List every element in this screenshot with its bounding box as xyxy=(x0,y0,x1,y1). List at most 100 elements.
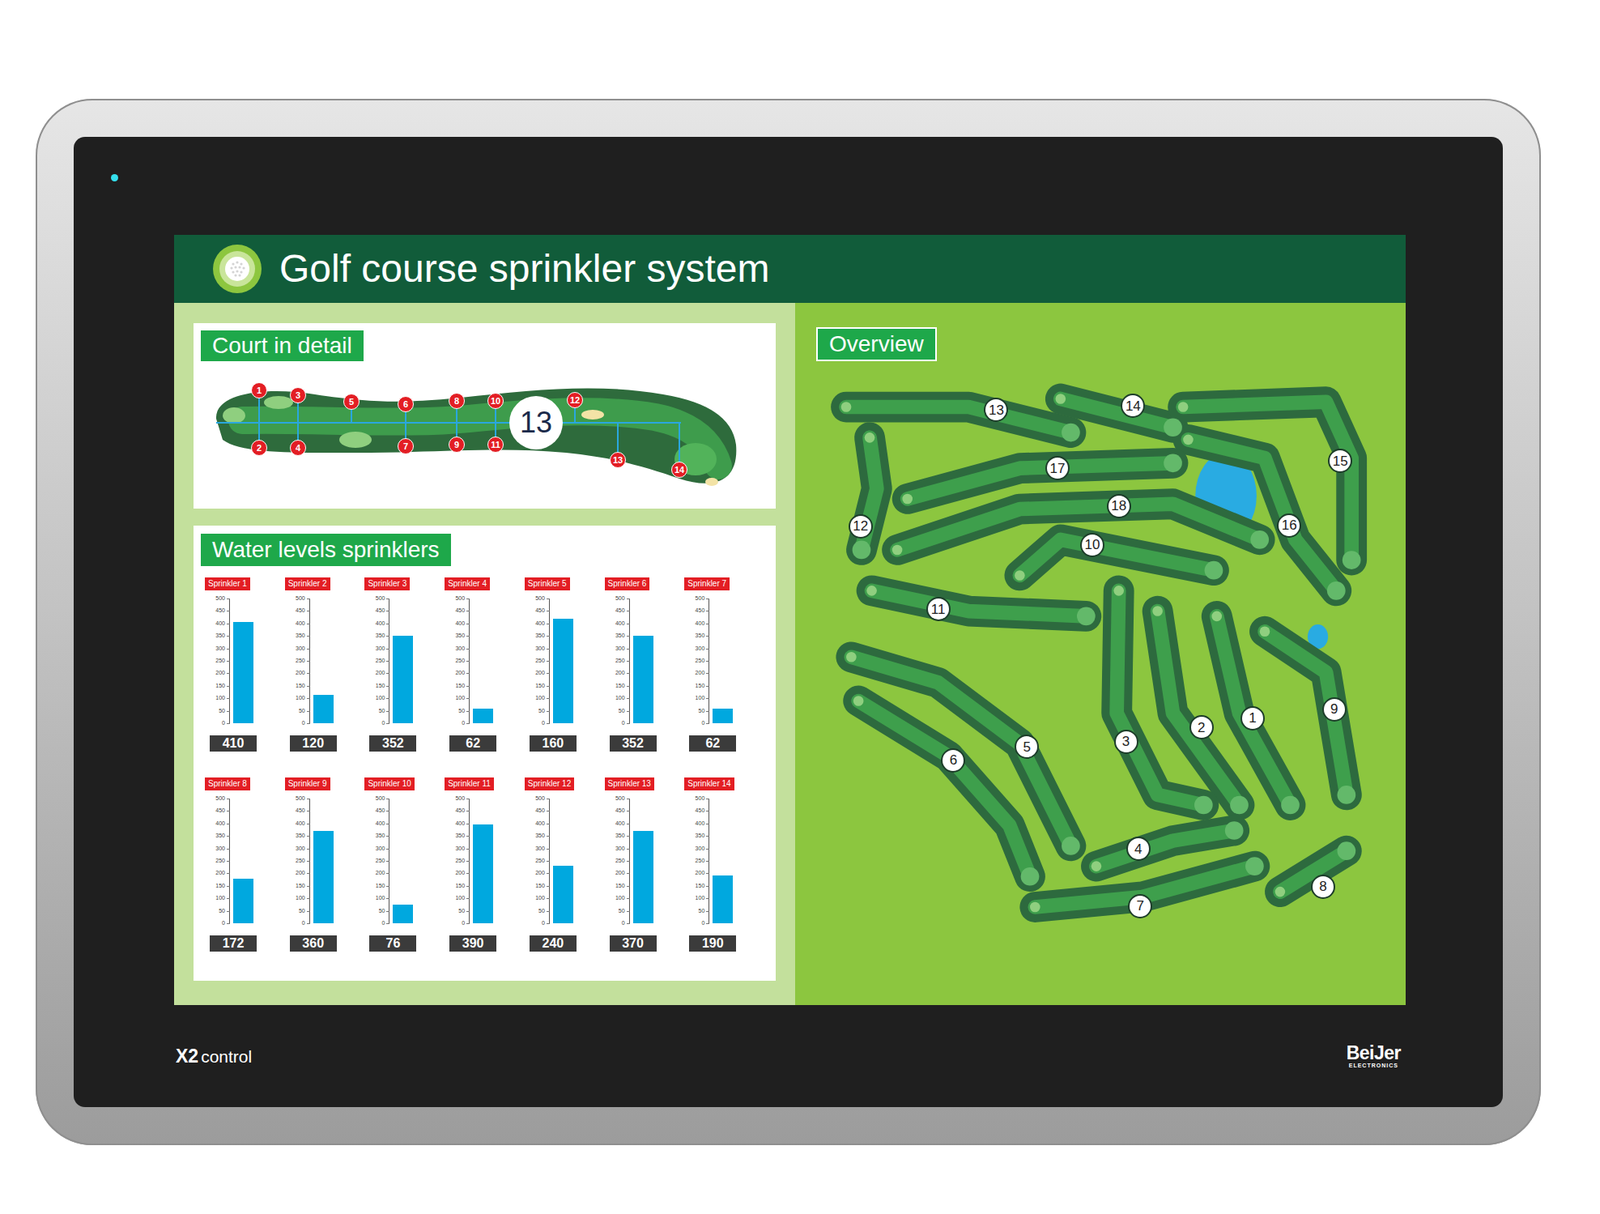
sprinkler-pin[interactable]: 1 xyxy=(251,382,268,399)
tick-label: 150 xyxy=(364,882,385,890)
sprinkler-pin[interactable]: 12 xyxy=(566,391,583,409)
hole-marker[interactable]: 4 xyxy=(1126,836,1151,861)
tick-mark xyxy=(546,810,550,812)
tick-label: 150 xyxy=(204,882,226,890)
sprinkler-pin[interactable]: 14 xyxy=(671,461,688,478)
sprinkler-pin[interactable]: 3 xyxy=(289,387,307,404)
tick-mark xyxy=(626,660,630,662)
level-reading: 410 xyxy=(209,735,257,752)
tee-box xyxy=(1211,611,1222,622)
sprinkler-pin[interactable]: 10 xyxy=(487,392,504,409)
tick-label: 500 xyxy=(684,795,705,802)
tick-mark xyxy=(466,697,470,699)
tick-mark xyxy=(226,897,230,899)
tick-label: 150 xyxy=(285,882,306,890)
tick-mark xyxy=(306,685,311,687)
tick-label: 400 xyxy=(684,620,705,627)
sprinkler-pin[interactable]: 4 xyxy=(289,439,307,456)
tick-mark xyxy=(306,885,311,887)
hole-marker[interactable]: 2 xyxy=(1189,714,1214,740)
tick-label: 450 xyxy=(604,607,626,614)
tee-box xyxy=(1259,625,1271,637)
sprinkler-pin[interactable]: 6 xyxy=(397,395,414,413)
sprinkler-label: Sprinkler 6 xyxy=(604,577,651,591)
tick-label: 250 xyxy=(524,657,545,664)
sprinkler-pin[interactable]: 5 xyxy=(343,393,360,410)
tick-label: 150 xyxy=(604,682,626,690)
tick-mark xyxy=(306,835,311,837)
level-bar xyxy=(392,904,413,924)
tick-label: 500 xyxy=(204,795,226,802)
hole-marker[interactable]: 10 xyxy=(1080,532,1105,558)
hole-marker[interactable]: 1 xyxy=(1240,706,1265,731)
tick-mark xyxy=(386,860,390,862)
greens xyxy=(841,393,1362,912)
tick-mark xyxy=(386,610,390,612)
hole-green xyxy=(1061,423,1081,443)
hole-green xyxy=(1342,550,1362,570)
hole-marker[interactable]: 8 xyxy=(1310,874,1336,899)
tick-label: 400 xyxy=(444,820,465,827)
tick-label: 350 xyxy=(684,832,705,839)
sprinkler-pin[interactable]: 8 xyxy=(448,392,465,409)
tick-label: 50 xyxy=(524,707,545,715)
hole-marker[interactable]: 11 xyxy=(926,596,951,622)
hole-marker[interactable]: 17 xyxy=(1045,455,1070,481)
sprinkler-pin[interactable]: 7 xyxy=(397,438,414,455)
sprinkler-pin[interactable]: 2 xyxy=(251,439,268,456)
hole-marker[interactable]: 16 xyxy=(1276,513,1302,538)
hole-marker[interactable]: 3 xyxy=(1114,729,1139,754)
level-chart: Sprinkler 505010015020025030035040045050… xyxy=(524,577,605,759)
sprinkler-pin[interactable]: 11 xyxy=(487,436,504,453)
tick-mark xyxy=(706,860,710,862)
tick-mark xyxy=(546,660,550,662)
level-reading: 62 xyxy=(689,735,737,752)
tick-mark xyxy=(546,648,550,650)
tick-mark xyxy=(466,810,470,812)
chart-plot: 050100150200250300350400450500 xyxy=(204,594,273,728)
hole-marker[interactable]: 12 xyxy=(848,514,873,539)
hole-marker[interactable]: 18 xyxy=(1106,493,1132,519)
tick-mark xyxy=(226,910,230,912)
level-bar xyxy=(472,824,494,924)
tick-mark xyxy=(226,835,230,837)
hole-marker[interactable]: 9 xyxy=(1322,697,1347,722)
tick-label: 300 xyxy=(285,645,306,652)
sprinkler-label: Sprinkler 1 xyxy=(204,577,251,591)
hole-green xyxy=(1245,856,1264,876)
level-reading: 370 xyxy=(609,935,657,952)
level-reading: 172 xyxy=(209,935,257,952)
tick-mark xyxy=(306,710,311,712)
tick-label: 350 xyxy=(364,832,385,839)
tick-label: 50 xyxy=(444,707,465,715)
tick-mark xyxy=(306,697,311,699)
tick-mark xyxy=(226,923,230,924)
sprinkler-pin[interactable]: 9 xyxy=(448,436,465,453)
bunker xyxy=(581,409,605,420)
tick-mark xyxy=(386,648,390,650)
tick-mark xyxy=(546,835,550,837)
level-bar xyxy=(633,635,654,724)
tick-label: 350 xyxy=(204,832,226,839)
tick-mark xyxy=(546,610,550,612)
tick-label: 350 xyxy=(285,832,306,839)
hole-rough xyxy=(851,656,1071,846)
tick-label: 100 xyxy=(204,894,226,902)
tick-label: 0 xyxy=(604,719,626,727)
hole-marker[interactable]: 7 xyxy=(1127,893,1153,919)
tick-label: 250 xyxy=(364,657,385,664)
model-suffix: control xyxy=(200,1043,252,1070)
tick-label: 50 xyxy=(204,907,226,915)
tick-label: 200 xyxy=(684,869,705,877)
sprinkler-line xyxy=(216,421,681,424)
tick-label: 300 xyxy=(604,645,626,652)
sprinkler-pin[interactable]: 13 xyxy=(609,451,626,469)
hole-fairway xyxy=(846,407,1071,434)
hole-marker[interactable]: 6 xyxy=(940,748,966,773)
tick-label: 150 xyxy=(204,682,226,690)
level-bar xyxy=(472,708,494,724)
tick-mark xyxy=(226,823,230,825)
hole-green xyxy=(1327,581,1346,600)
level-bar xyxy=(553,618,574,724)
tick-mark xyxy=(626,823,630,825)
